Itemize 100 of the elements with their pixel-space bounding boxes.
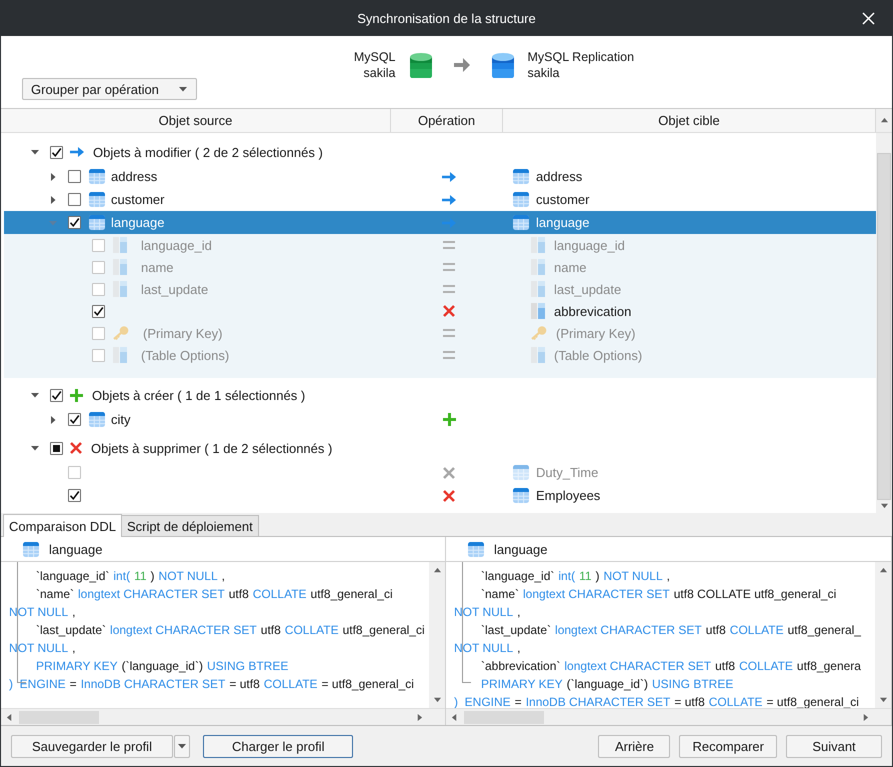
scroll-down-icon[interactable] <box>880 502 888 509</box>
object-name: (Table Options) <box>141 348 230 362</box>
scroll-left-icon[interactable] <box>451 714 458 720</box>
column-header[interactable]: Opération <box>391 109 503 132</box>
sql-keyword: longtext CHARACTER SET <box>564 658 712 675</box>
checkbox[interactable] <box>92 260 105 274</box>
scrollbar[interactable] <box>875 562 891 708</box>
object-name: city <box>111 412 130 427</box>
checkbox[interactable] <box>68 170 81 183</box>
checkbox[interactable] <box>92 326 105 340</box>
sql-keyword: longtext CHARACTER SET <box>110 622 257 639</box>
sql-keyword: COLLATE <box>708 694 763 708</box>
group-label: Objets à créer ( 1 de 1 sélectionnés ) <box>92 388 306 402</box>
tab[interactable]: Comparaison DDL <box>3 514 122 537</box>
checkbox[interactable] <box>50 146 63 158</box>
sql-keyword: InnoDB CHARACTER SET <box>526 694 670 708</box>
scroll-down-icon[interactable] <box>880 696 886 703</box>
tree-row[interactable]: customer customer <box>4 188 876 211</box>
scroll-left-icon[interactable] <box>6 714 13 720</box>
checkbox[interactable] <box>68 466 81 479</box>
sql-text: utf8 COLLATE utf8_general_ci <box>674 586 836 603</box>
caret-down-icon[interactable] <box>31 148 39 156</box>
checkbox[interactable] <box>68 216 81 229</box>
scroll-right-icon[interactable] <box>862 714 869 720</box>
column-header[interactable]: Objet source <box>1 109 391 132</box>
checkbox[interactable] <box>50 442 63 454</box>
sql-keyword: InnoDB CHARACTER SET <box>80 676 226 693</box>
sql-text: ) <box>150 568 155 585</box>
scrollbar[interactable] <box>876 133 892 513</box>
checkbox[interactable] <box>92 238 105 252</box>
caret-right-icon[interactable] <box>49 196 57 204</box>
column-icon <box>113 281 127 297</box>
scrollbar[interactable] <box>446 708 891 725</box>
sql-text: = utf8 <box>674 694 705 708</box>
sql-text: utf8 <box>706 622 726 639</box>
scroll-up-icon[interactable] <box>434 567 440 574</box>
dropdown-button[interactable] <box>174 734 190 758</box>
sql-text: , <box>222 568 226 585</box>
table-icon <box>513 488 529 503</box>
nav-button[interactable]: Arrière <box>598 734 670 758</box>
checkbox[interactable] <box>68 413 81 426</box>
key-icon <box>113 326 129 340</box>
scroll-up-icon[interactable] <box>880 117 888 124</box>
arrow-right-icon <box>442 216 456 228</box>
sql-keyword: NOT NULL <box>158 568 218 585</box>
scroll-down-icon[interactable] <box>434 696 440 703</box>
checkbox[interactable] <box>92 282 105 296</box>
tree-row[interactable]: address address <box>4 165 876 188</box>
checkbox[interactable] <box>68 489 81 502</box>
sql-text: (`language_id`) <box>122 658 203 675</box>
arrow-right-icon <box>454 58 470 72</box>
sql-keyword: COLLATE <box>730 622 784 639</box>
sql-text: , <box>72 640 76 657</box>
tab[interactable]: Script de déploiement <box>120 515 259 536</box>
object-name: language_id <box>141 238 212 252</box>
nav-button[interactable]: Recomparer <box>679 734 777 758</box>
table-icon <box>89 169 105 184</box>
caret-down-icon[interactable] <box>31 391 39 399</box>
checkbox[interactable] <box>92 304 105 318</box>
caret-down-icon[interactable] <box>31 444 39 452</box>
sql-keyword: NOT NULL <box>454 640 514 657</box>
close-icon[interactable] <box>862 12 875 25</box>
scroll-up-icon[interactable] <box>880 567 886 574</box>
x-icon <box>443 466 455 478</box>
x-icon <box>443 490 455 502</box>
caret-right-icon[interactable] <box>49 172 57 180</box>
sql-text: utf8 <box>228 586 249 603</box>
tree-row[interactable]: language language <box>4 211 876 234</box>
sql-text: , <box>666 568 670 585</box>
checkbox[interactable] <box>92 348 105 362</box>
tree-row[interactable]: Employees <box>4 484 876 507</box>
caret-down-icon <box>179 86 187 92</box>
column-icon <box>531 237 545 253</box>
caret-down-icon <box>178 744 186 748</box>
arrow-right-icon <box>442 170 456 182</box>
checkbox[interactable] <box>68 193 81 206</box>
sql-text: `last_update` <box>36 622 106 639</box>
scrollbar[interactable] <box>429 562 445 708</box>
object-name: address <box>111 169 158 184</box>
profile-button[interactable]: Sauvegarder le profil <box>11 734 173 758</box>
caret-right-icon[interactable] <box>49 416 57 424</box>
checkbox[interactable] <box>50 388 63 402</box>
sql-text: `last_update` <box>481 622 552 639</box>
server-name: MySQL <box>354 49 396 65</box>
object-name: language <box>536 215 590 230</box>
object-name: Duty_Time <box>536 465 598 480</box>
scrollbar[interactable] <box>1 708 445 725</box>
column-icon <box>531 303 545 319</box>
profile-button[interactable]: Charger le profil <box>202 734 354 758</box>
table-icon <box>513 465 529 480</box>
group-by-dropdown[interactable]: Grouper par opération <box>22 78 197 100</box>
sql-text: = utf8 <box>229 676 260 693</box>
tree-row[interactable]: city <box>4 408 876 431</box>
sql-keyword: PRIMARY KEY <box>481 676 563 693</box>
nav-button[interactable]: Suivant <box>786 734 882 758</box>
scroll-right-icon[interactable] <box>416 714 423 720</box>
sql-keyword: longtext CHARACTER SET <box>555 622 702 639</box>
column-icon <box>531 347 545 363</box>
tree-row[interactable]: abbrevication <box>4 300 876 322</box>
object-name: (Primary Key) <box>556 326 636 340</box>
